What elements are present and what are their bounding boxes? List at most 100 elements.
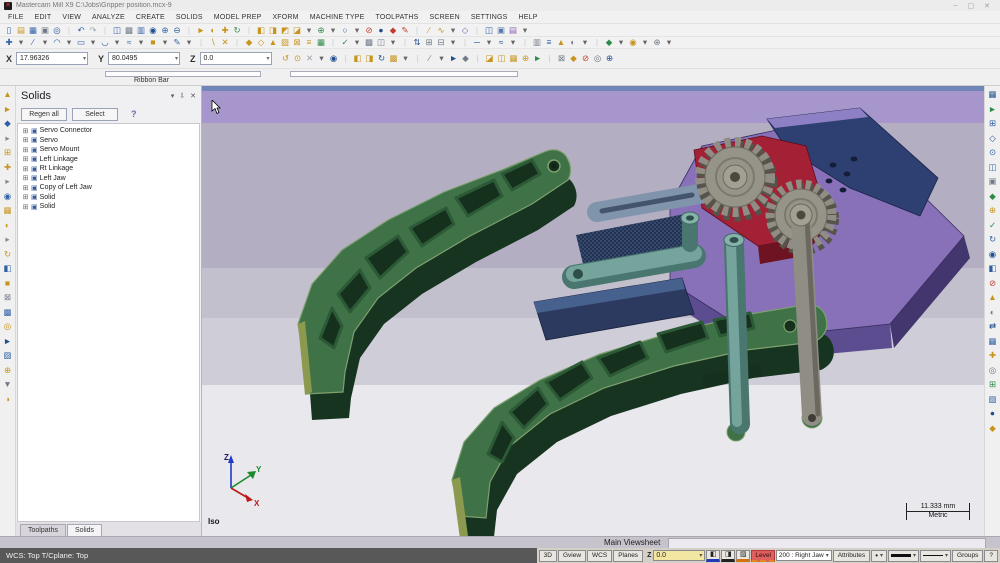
toolbar-icon[interactable]: ⊘ xyxy=(580,53,592,64)
tree-item[interactable]: ⊞ ▣ Rt Linkage xyxy=(22,164,199,174)
toolbar-icon[interactable]: ▤ xyxy=(15,25,27,36)
menu-item[interactable]: SOLIDS xyxy=(176,14,203,21)
tree-item[interactable]: ⊞ ▣ Servo Connector xyxy=(22,126,199,136)
toolbar-icon[interactable]: ↷ xyxy=(87,25,99,36)
chevron-down-icon[interactable]: ▾ xyxy=(826,552,829,559)
ribbon-input[interactable] xyxy=(290,71,518,77)
toolbar-icon[interactable]: ◉ xyxy=(627,37,639,48)
toolbar-icon[interactable]: ▦ xyxy=(315,37,327,48)
toolbar-icon[interactable]: ◆ xyxy=(568,53,580,64)
toolbar-icon[interactable]: ▥ xyxy=(135,25,147,36)
toolbar-icon[interactable]: ▾ xyxy=(519,25,531,36)
toolbar-icon[interactable]: ⊕ xyxy=(651,37,663,48)
color-swatch-button[interactable]: ◧ xyxy=(706,550,720,562)
toolbar-icon[interactable]: ▾ xyxy=(483,37,495,48)
expand-icon[interactable]: ⊞ xyxy=(22,155,29,163)
toolbar-icon[interactable]: ▩ xyxy=(1,307,14,318)
viewsheet-tab[interactable]: Main Viewsheet xyxy=(604,538,660,547)
toolbar-icon[interactable]: ⊕ xyxy=(604,53,616,64)
tree-item[interactable]: ⊞ ▣ Servo xyxy=(22,136,199,146)
expand-icon[interactable]: ⊞ xyxy=(22,146,29,154)
tree-item[interactable]: ⊞ ▣ Solid xyxy=(22,193,199,203)
expand-icon[interactable]: ⊞ xyxy=(22,174,29,182)
menu-item[interactable]: XFORM xyxy=(272,14,298,21)
toolbar-icon[interactable]: ⊞ xyxy=(1,147,14,158)
toolbar-icon[interactable]: ▸ xyxy=(1,234,14,245)
toolbar-icon[interactable]: ◡ xyxy=(99,37,111,48)
chevron-down-icon[interactable]: ▾ xyxy=(945,552,948,559)
toolbar-icon[interactable]: ▾ xyxy=(351,37,363,48)
toolbar-icon[interactable]: ✕ xyxy=(304,53,316,64)
toolbar-icon[interactable]: ▾ xyxy=(183,37,195,48)
toolbar-icon[interactable]: ⇄ xyxy=(986,321,999,332)
toolbar-icon[interactable]: ◧ xyxy=(1,263,14,274)
z-coordinate-input[interactable]: 0.0 ▾ xyxy=(200,52,272,65)
pin-icon[interactable]: ⇩ xyxy=(179,92,185,100)
toolbar-icon[interactable]: ◪ xyxy=(484,53,496,64)
groups-button[interactable]: Groups xyxy=(952,550,983,562)
menu-item[interactable]: HELP xyxy=(519,14,538,21)
level-button[interactable]: Level xyxy=(751,550,775,562)
color-swatch-button[interactable]: ◨ xyxy=(721,550,735,562)
toolbar-icon[interactable]: ► xyxy=(532,53,544,64)
toolbar-icon[interactable]: ✚ xyxy=(986,350,999,361)
toolbar-icon[interactable]: ◇ xyxy=(986,133,999,144)
toolbar-icon[interactable]: ◐ xyxy=(567,37,579,48)
toolbar-icon[interactable]: ○ xyxy=(339,25,351,36)
chevron-down-icon[interactable]: ▾ xyxy=(880,552,883,559)
toolbar-icon[interactable]: ◐ xyxy=(986,307,999,318)
color-swatch-button[interactable]: ▨ xyxy=(736,550,750,562)
toolbar-icon[interactable]: ✚ xyxy=(1,162,14,173)
toolbar-icon[interactable]: ✚ xyxy=(3,37,15,48)
toolbar-icon[interactable]: ⊘ xyxy=(986,278,999,289)
toolbar-icon[interactable]: ∿ xyxy=(435,25,447,36)
toolbar-icon[interactable]: ▯ xyxy=(3,25,15,36)
toolbar-icon[interactable]: ⊙ xyxy=(292,53,304,64)
menu-item[interactable]: EDIT xyxy=(35,14,52,21)
toolbar-icon[interactable]: ∕ xyxy=(424,53,436,64)
toolbar-icon[interactable]: ✓ xyxy=(339,37,351,48)
toolbar-icon[interactable]: ▾ xyxy=(303,25,315,36)
expand-icon[interactable]: ⊞ xyxy=(22,127,29,135)
viewsheet-new-tab[interactable] xyxy=(668,538,986,548)
status-z-input[interactable]: 0.0 ▾ xyxy=(653,550,705,561)
toolbar-icon[interactable]: ⊠ xyxy=(1,292,14,303)
toolbar-icon[interactable]: ✎ xyxy=(399,25,411,36)
menu-item[interactable]: MACHINE TYPE xyxy=(310,14,365,21)
toolbar-icon[interactable]: ▾ xyxy=(447,37,459,48)
toolbar-icon[interactable]: | xyxy=(411,25,423,36)
toolbar-icon[interactable]: ▾ xyxy=(615,37,627,48)
toolbar-icon[interactable]: ▦ xyxy=(986,336,999,347)
toolbar-icon[interactable]: ◉ xyxy=(1,191,14,202)
chevron-down-icon[interactable]: ▾ xyxy=(175,55,178,62)
toolbar-icon[interactable]: ≡ xyxy=(543,37,555,48)
toolbar-icon[interactable]: ▾ xyxy=(447,25,459,36)
toolbar-icon[interactable]: ► xyxy=(195,25,207,36)
status-mode-button[interactable]: Gview xyxy=(558,550,586,562)
toolbar-icon[interactable]: ◆ xyxy=(460,53,472,64)
status-mode-button[interactable]: Planes xyxy=(613,550,643,562)
menu-item[interactable]: MODEL PREP xyxy=(214,14,262,21)
toolbar-icon[interactable]: ✓ xyxy=(986,220,999,231)
toolbar-icon[interactable]: ↻ xyxy=(231,25,243,36)
tree-item[interactable]: ⊞ ▣ Servo Mount xyxy=(22,145,199,155)
graphics-viewport[interactable]: Z Y X Iso 11.333 mm Metric xyxy=(202,86,984,536)
ribbon-input[interactable] xyxy=(105,71,261,77)
toolbar-icon[interactable]: ◫ xyxy=(483,25,495,36)
regen-all-button[interactable]: Regen all xyxy=(21,108,67,121)
toolbar-icon[interactable]: ⊕ xyxy=(520,53,532,64)
toolbar-icon[interactable]: ◆ xyxy=(986,191,999,202)
toolbar-icon[interactable]: ◫ xyxy=(375,37,387,48)
toolbar-icon[interactable]: ► xyxy=(986,104,999,115)
tree-item[interactable]: ⊞ ▣ Left Jaw xyxy=(22,174,199,184)
toolbar-icon[interactable]: ◧ xyxy=(255,25,267,36)
toolbar-icon[interactable]: ▼ xyxy=(1,379,14,390)
toolbar-icon[interactable]: ⊟ xyxy=(435,37,447,48)
toolbar-icon[interactable]: ◑ xyxy=(1,394,14,405)
line-width-button[interactable]: ▾ xyxy=(888,550,919,562)
toolbar-icon[interactable]: ⊞ xyxy=(423,37,435,48)
toolbar-icon[interactable]: ↻ xyxy=(376,53,388,64)
toolbar-icon[interactable]: ◆ xyxy=(387,25,399,36)
help-button[interactable]: ? xyxy=(984,550,998,562)
toolbar-icon[interactable]: ≡ xyxy=(303,37,315,48)
